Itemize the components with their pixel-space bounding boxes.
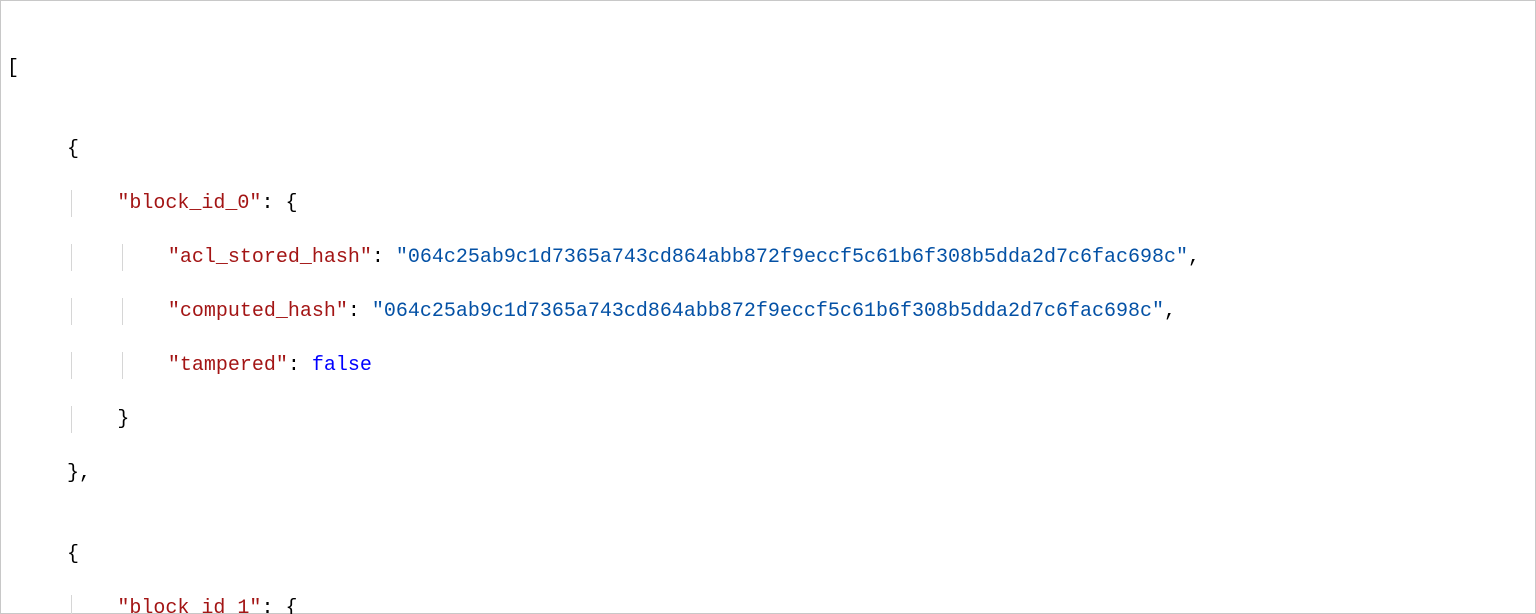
indent-guide — [122, 298, 123, 325]
json-key: "acl_stored_hash" — [168, 246, 372, 269]
json-string-value: "064c25ab9c1d7365a743cd864abb872f9eccf5c… — [372, 300, 1164, 323]
json-line: "acl_stored_hash": "064c25ab9c1d7365a743… — [7, 244, 1529, 271]
comma: , — [1188, 246, 1200, 269]
json-line: "tampered": false — [7, 352, 1529, 379]
json-key: "tampered" — [168, 354, 288, 377]
json-line: "block_id_0": { — [7, 190, 1529, 217]
json-key: "block_id_0" — [117, 192, 261, 215]
brace-open: { — [67, 138, 79, 161]
colon: : — [348, 300, 372, 323]
indent-guide — [122, 352, 123, 379]
json-key: "computed_hash" — [168, 300, 348, 323]
indent-guide — [71, 406, 72, 433]
brace-close: } — [117, 408, 129, 431]
json-line: "computed_hash": "064c25ab9c1d7365a743cd… — [7, 298, 1529, 325]
colon: : — [288, 354, 312, 377]
json-keyword-value: false — [312, 354, 372, 377]
indent-guide — [71, 190, 72, 217]
indent-guide — [71, 595, 72, 614]
indent-guide — [122, 244, 123, 271]
brace-open: { — [285, 597, 297, 614]
indent-guide — [71, 244, 72, 271]
json-line: "block_id_1": { — [7, 595, 1529, 614]
indent-guide — [71, 298, 72, 325]
json-line: } — [7, 406, 1529, 433]
json-line: }, — [7, 460, 1529, 487]
array-open-bracket: [ — [7, 57, 19, 80]
json-line: { — [7, 541, 1529, 568]
colon: : — [372, 246, 396, 269]
json-line: { — [7, 136, 1529, 163]
comma: , — [79, 462, 91, 485]
json-key: "block_id_1" — [117, 597, 261, 614]
colon: : — [261, 192, 285, 215]
brace-close: } — [67, 462, 79, 485]
json-string-value: "064c25ab9c1d7365a743cd864abb872f9eccf5c… — [396, 246, 1188, 269]
indent-guide — [71, 352, 72, 379]
brace-open: { — [285, 192, 297, 215]
comma: , — [1164, 300, 1176, 323]
json-line: [ — [7, 55, 1529, 82]
brace-open: { — [67, 543, 79, 566]
json-viewer[interactable]: [ { "block_id_0": { "acl_stored_hash": "… — [0, 0, 1536, 614]
colon: : — [261, 597, 285, 614]
